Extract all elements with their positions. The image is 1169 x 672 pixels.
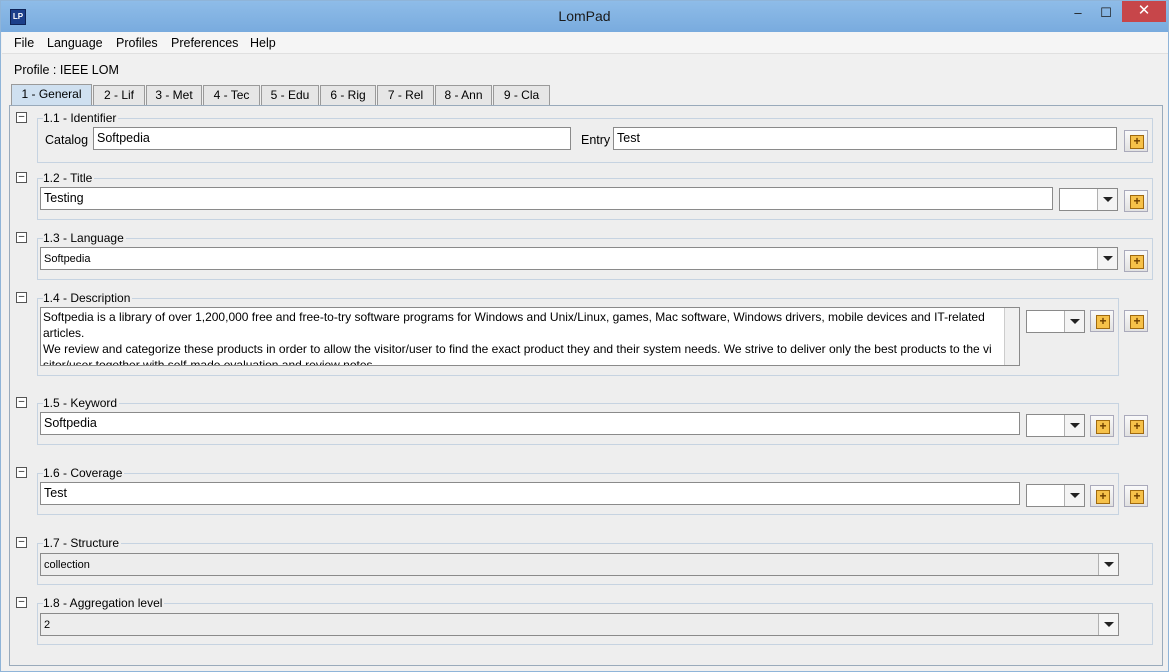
title-input[interactable]: Testing <box>40 187 1053 210</box>
tab-metametadata[interactable]: 3 - Met <box>146 85 202 105</box>
add-keyword-string-button[interactable] <box>1090 415 1114 437</box>
add-description-string-button[interactable] <box>1090 310 1114 332</box>
collapse-icon[interactable]: – <box>16 537 27 548</box>
identifier-legend: 1.1 - Identifier <box>43 111 119 125</box>
collapse-icon[interactable]: – <box>16 112 27 123</box>
menu-language[interactable]: Language <box>47 36 103 50</box>
description-scrollbar[interactable] <box>1004 308 1019 365</box>
structure-legend: 1.7 - Structure <box>43 536 122 550</box>
keyword-language-select[interactable] <box>1026 414 1085 437</box>
keyword-input[interactable]: Softpedia <box>40 412 1020 435</box>
chevron-down-icon <box>1097 248 1117 269</box>
add-title-button[interactable] <box>1124 190 1148 212</box>
coverage-legend: 1.6 - Coverage <box>43 466 125 480</box>
menu-bar: File Language Profiles Preferences Help <box>2 32 1168 54</box>
tab-classification[interactable]: 9 - Cla <box>493 85 550 105</box>
chevron-down-icon <box>1064 311 1084 332</box>
minimize-button[interactable]: – <box>1067 3 1089 25</box>
structure-select[interactable]: collection <box>40 553 1119 576</box>
entry-input[interactable]: Test <box>613 127 1117 150</box>
tab-relation[interactable]: 7 - Rel <box>377 85 434 105</box>
language-select[interactable]: Softpedia <box>40 247 1118 270</box>
collapse-icon[interactable]: – <box>16 172 27 183</box>
description-language-select[interactable] <box>1026 310 1085 333</box>
chevron-down-icon <box>1064 415 1084 436</box>
add-coverage-string-button[interactable] <box>1090 485 1114 507</box>
profile-label: Profile : IEEE LOM <box>14 63 119 77</box>
collapse-icon[interactable]: – <box>16 467 27 478</box>
maximize-button[interactable]: ☐ <box>1095 3 1117 25</box>
entry-label: Entry <box>581 133 611 147</box>
title-legend: 1.2 - Title <box>43 171 95 185</box>
menu-file[interactable]: File <box>14 36 34 50</box>
add-description-button[interactable] <box>1124 310 1148 332</box>
chevron-down-icon <box>1098 614 1118 635</box>
add-keyword-button[interactable] <box>1124 415 1148 437</box>
chevron-down-icon <box>1098 554 1118 575</box>
tab-rights[interactable]: 6 - Rig <box>320 85 376 105</box>
tab-educational[interactable]: 5 - Edu <box>261 85 319 105</box>
aggregation-value: 2 <box>44 619 51 631</box>
menu-help[interactable]: Help <box>250 36 276 50</box>
description-legend: 1.4 - Description <box>43 291 133 305</box>
description-line: Softpedia is a library of over 1,200,000… <box>43 310 985 324</box>
keyword-legend: 1.5 - Keyword <box>43 396 120 410</box>
general-panel: – 1.1 - Identifier Catalog Softpedia Ent… <box>9 105 1163 666</box>
chevron-down-icon <box>1064 485 1084 506</box>
description-line: sitor/user together with self-made evalu… <box>43 358 376 366</box>
title-language-select[interactable] <box>1059 188 1118 211</box>
aggregation-select[interactable]: 2 <box>40 613 1119 636</box>
language-legend: 1.3 - Language <box>43 231 126 245</box>
close-button[interactable]: ✕ <box>1122 1 1166 22</box>
structure-value: collection <box>44 559 90 571</box>
catalog-input[interactable]: Softpedia <box>93 127 571 150</box>
description-line: articles. <box>43 326 85 340</box>
description-textarea[interactable]: Softpedia is a library of over 1,200,000… <box>40 307 1020 366</box>
catalog-label: Catalog <box>45 133 89 147</box>
collapse-icon[interactable]: – <box>16 292 27 303</box>
add-language-button[interactable] <box>1124 250 1148 272</box>
add-coverage-button[interactable] <box>1124 485 1148 507</box>
language-value: Softpedia <box>44 253 91 265</box>
collapse-icon[interactable]: – <box>16 232 27 243</box>
title-bar[interactable]: LP LomPad – ☐ ✕ <box>1 1 1168 32</box>
chevron-down-icon <box>1097 189 1117 210</box>
coverage-input[interactable]: Test <box>40 482 1020 505</box>
description-line: We review and categorize these products … <box>43 342 992 356</box>
menu-preferences[interactable]: Preferences <box>171 36 238 50</box>
window-title: LomPad <box>558 8 611 24</box>
menu-profiles[interactable]: Profiles <box>116 36 158 50</box>
tab-general[interactable]: 1 - General <box>11 84 92 106</box>
aggregation-legend: 1.8 - Aggregation level <box>43 596 165 610</box>
tab-annotation[interactable]: 8 - Ann <box>435 85 492 105</box>
collapse-icon[interactable]: – <box>16 597 27 608</box>
tab-lifecycle[interactable]: 2 - Lif <box>93 85 145 105</box>
app-window: LP LomPad – ☐ ✕ File Language Profiles P… <box>0 0 1169 672</box>
add-identifier-button[interactable] <box>1124 130 1148 152</box>
tab-technical[interactable]: 4 - Tec <box>203 85 260 105</box>
collapse-icon[interactable]: – <box>16 397 27 408</box>
coverage-language-select[interactable] <box>1026 484 1085 507</box>
